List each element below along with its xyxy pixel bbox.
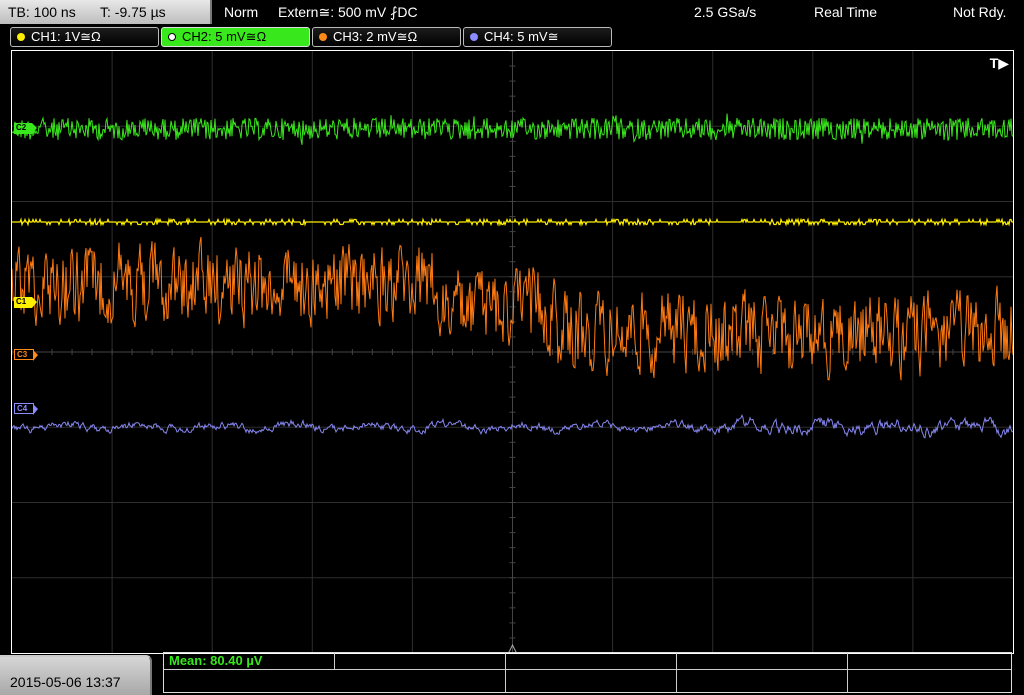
waveforms [12, 113, 1013, 439]
ch3-dot-icon [319, 33, 327, 41]
measurement-cell[interactable] [335, 653, 506, 670]
date-time-box: 2015-05-06 13:37 [0, 655, 152, 695]
ch2-dot-icon [168, 33, 176, 41]
channel-tab-ch2[interactable]: CH2: 5 mV≅Ω [161, 27, 310, 47]
measurement-cell[interactable] [335, 670, 506, 692]
measurement-cell[interactable] [848, 670, 1011, 692]
ch1-ground-marker[interactable]: C1 [14, 297, 38, 308]
channel-tab-ch4[interactable]: CH4: 5 mV≅ [463, 27, 612, 47]
channel-tab-ch3[interactable]: CH3: 2 mV≅Ω [312, 27, 461, 47]
measurement-cell-mean[interactable]: Mean: 80.40 µV [164, 653, 335, 670]
ch1-waveform [12, 217, 1013, 227]
measurement-cell[interactable] [677, 670, 848, 692]
ch4-ground-marker[interactable]: C4 [14, 403, 39, 415]
measurement-cell[interactable] [506, 670, 677, 692]
ch1-label: CH1: 1V≅Ω [31, 29, 101, 44]
timebase-label: TB: 100 ns [8, 4, 76, 20]
ch4-label: CH4: 5 mV≅ [484, 29, 559, 44]
trigger-time-label: T: -9.75 µs [100, 4, 166, 20]
trigger-state: Not Rdy. [953, 4, 1007, 20]
mean-measurement: Mean: 80.40 µV [169, 653, 263, 668]
ch4-marker-label: C4 [17, 404, 28, 413]
channel-tabs: CH1: 1V≅Ω CH2: 5 mV≅Ω CH3: 2 mV≅Ω CH4: 5… [0, 25, 1024, 48]
measurement-cell[interactable] [506, 653, 677, 670]
ch4-dot-icon [470, 33, 478, 41]
trigger-source[interactable]: Extern≅: 500 mV ⨏DC [278, 0, 418, 24]
ch4-waveform [12, 413, 1013, 439]
status-bar: TB: 100 ns T: -9.75 µs Norm Extern≅: 500… [0, 0, 1024, 24]
ch2-marker-label: C2 [16, 123, 27, 132]
ch3-marker-label: C3 [17, 350, 28, 359]
ch3-ground-marker[interactable]: C3 [14, 349, 39, 361]
measurement-table[interactable]: Mean: 80.40 µV [163, 652, 1012, 693]
acquisition-mode[interactable]: Norm [224, 0, 258, 24]
ch1-marker-label: C1 [16, 297, 27, 306]
timebase-box[interactable]: TB: 100 ns T: -9.75 µs [0, 0, 212, 24]
ch3-waveform [12, 236, 1013, 381]
sample-rate: 2.5 GSa/s [694, 4, 757, 20]
measurement-cell[interactable] [848, 653, 1011, 670]
ch1-dot-icon [17, 33, 25, 41]
channel-tab-ch1[interactable]: CH1: 1V≅Ω [10, 27, 159, 47]
date-time: 2015-05-06 13:37 [10, 674, 121, 690]
ch2-ground-marker[interactable]: C2 [14, 123, 38, 134]
ch2-waveform [12, 113, 1013, 145]
trigger-position-marker[interactable]: T▶ [990, 55, 1009, 72]
acquisition-type: Real Time [814, 4, 878, 20]
ch2-label: CH2: 5 mV≅Ω [182, 29, 267, 44]
waveform-display[interactable]: T▶ C2 C1 C3 C4 [11, 50, 1014, 654]
bottom-bar: 2015-05-06 13:37 Mean: 80.40 µV [0, 652, 1024, 695]
measurement-cell[interactable] [677, 653, 848, 670]
ch3-label: CH3: 2 mV≅Ω [333, 29, 418, 44]
